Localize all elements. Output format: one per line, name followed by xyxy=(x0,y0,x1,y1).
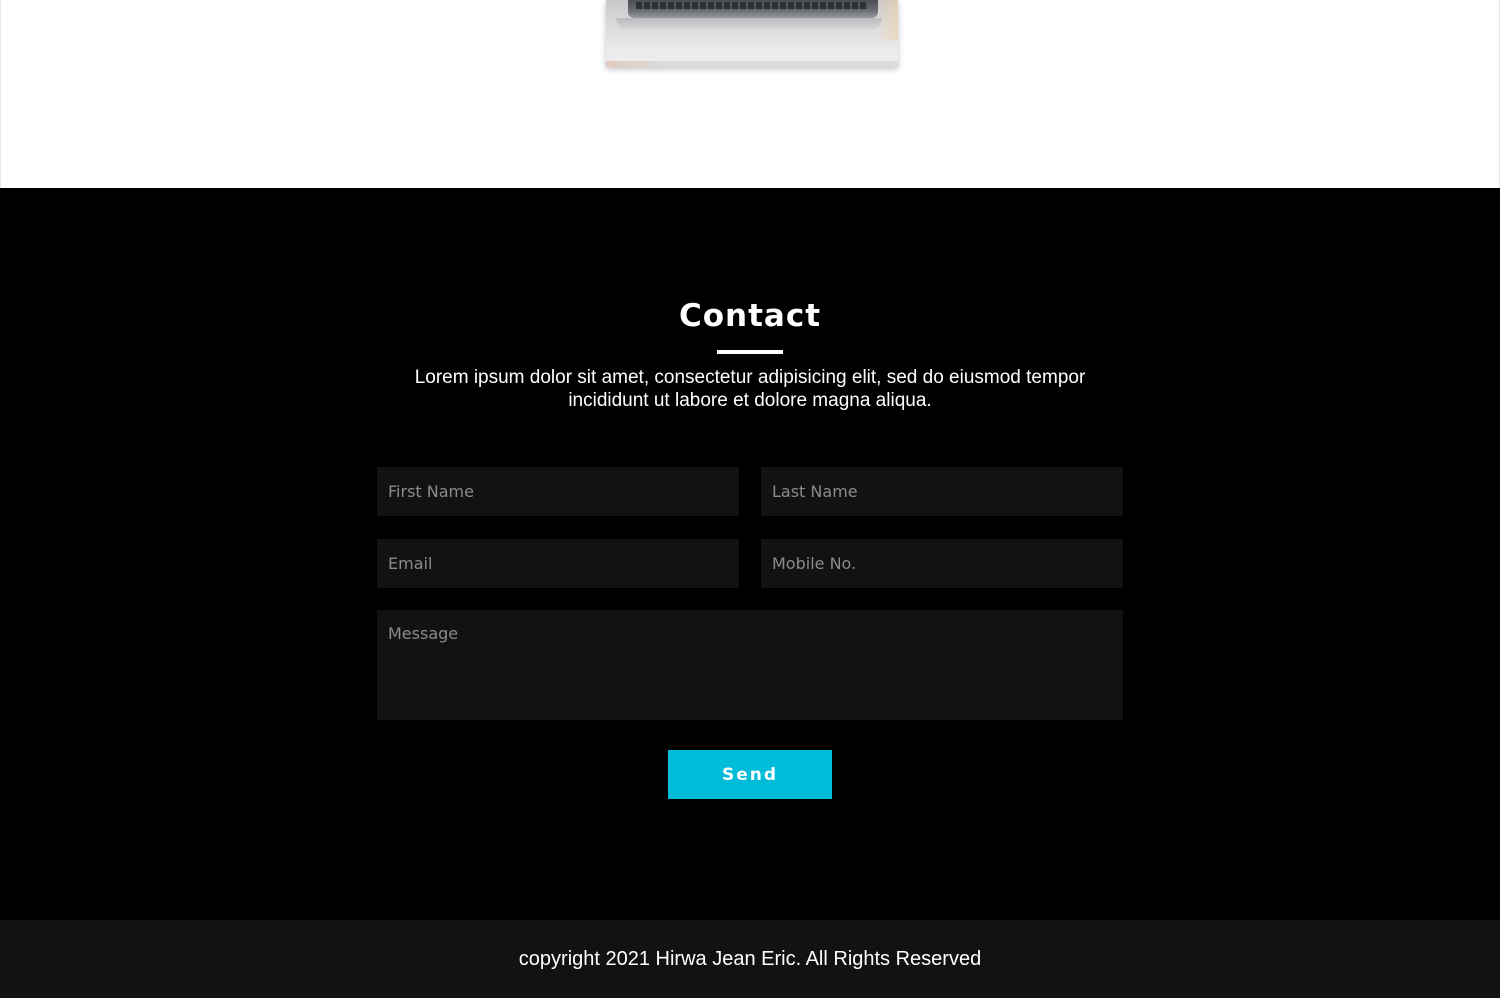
image-bottom-strip xyxy=(606,61,898,67)
first-name-input[interactable] xyxy=(377,467,739,516)
laptop-base xyxy=(616,18,882,30)
last-name-input[interactable] xyxy=(761,467,1123,516)
contact-section: Contact Lorem ipsum dolor sit amet, cons… xyxy=(0,188,1500,920)
mobile-input[interactable] xyxy=(761,539,1123,588)
laptop-keyboard xyxy=(636,2,868,9)
title-underline xyxy=(717,350,783,354)
email-input[interactable] xyxy=(377,539,739,588)
message-textarea[interactable] xyxy=(377,610,1123,720)
image-light-glow xyxy=(876,0,898,40)
footer: copyright 2021 Hirwa Jean Eric. All Righ… xyxy=(0,920,1500,998)
send-button[interactable]: Send xyxy=(668,750,832,799)
copyright-text: copyright 2021 Hirwa Jean Eric. All Righ… xyxy=(518,948,982,970)
laptop-image xyxy=(606,0,898,67)
contact-description: Lorem ipsum dolor sit amet, consectetur … xyxy=(414,367,1086,411)
contact-title: Contact xyxy=(678,298,822,334)
top-section xyxy=(0,0,1500,188)
